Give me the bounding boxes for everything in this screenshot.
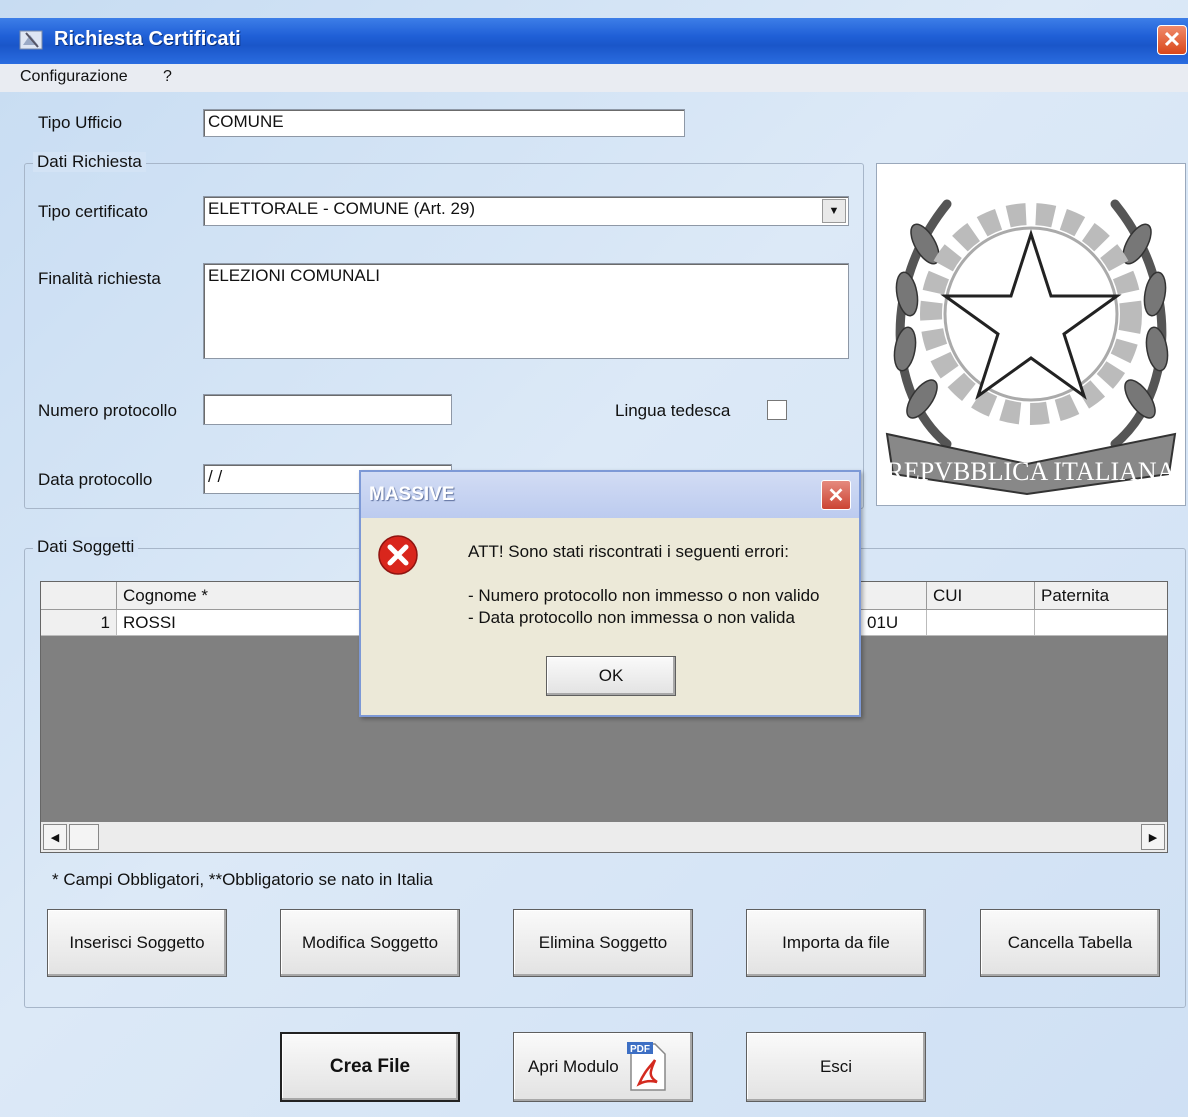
app-icon <box>19 30 43 50</box>
apri-modulo-label: Apri Modulo <box>528 1057 619 1076</box>
dialog-title: MASSIVE <box>369 484 455 505</box>
finalita-textarea[interactable]: ELEZIONI COMUNALI <box>203 263 849 359</box>
crea-file-button[interactable]: Crea File <box>280 1032 460 1102</box>
scroll-thumb[interactable] <box>69 824 99 850</box>
table-row-num: 1 <box>41 610 117 636</box>
emblem-icon: REPVBBLICA ITALIANA <box>885 199 1177 496</box>
esci-button[interactable]: Esci <box>746 1032 926 1102</box>
dialog-titlebar[interactable]: MASSIVE ✕ <box>361 472 859 518</box>
dialog-close-button[interactable]: ✕ <box>821 480 851 510</box>
tipo-ufficio-field[interactable]: COMUNE <box>203 109 685 137</box>
table-header-paternita[interactable]: Paternita <box>1035 582 1167 610</box>
dialog-ok-button[interactable]: OK <box>546 656 676 696</box>
dialog-message-line1: ATT! Sono stati riscontrati i seguenti e… <box>468 542 789 561</box>
table-horizontal-scrollbar[interactable]: ◀ ▶ <box>41 822 1167 852</box>
menu-bar: Configurazione ? <box>0 64 1188 92</box>
tipo-certificato-label: Tipo certificato <box>38 202 148 221</box>
chevron-down-icon[interactable]: ▼ <box>822 199 846 223</box>
required-fields-note: * Campi Obbligatori, **Obbligatorio se n… <box>52 870 433 889</box>
dialog-message-line3: - Data protocollo non immessa o non vali… <box>468 608 795 627</box>
scroll-left-icon[interactable]: ◀ <box>43 824 67 850</box>
lingua-tedesca-checkbox[interactable] <box>767 400 787 420</box>
table-cell-codfisc[interactable]: 01U <box>861 610 927 636</box>
inserisci-soggetto-button[interactable]: Inserisci Soggetto <box>47 909 227 977</box>
importa-da-file-button[interactable]: Importa da file <box>746 909 926 977</box>
menu-item-configurazione[interactable]: Configurazione <box>20 68 128 86</box>
close-icon: ✕ <box>1162 27 1182 52</box>
window-title: Richiesta Certificati <box>54 28 241 50</box>
emblem-repubblica: REPVBBLICA ITALIANA <box>876 163 1186 506</box>
apri-modulo-button[interactable]: Apri Modulo PDF <box>513 1032 693 1102</box>
table-cell-cui[interactable] <box>927 610 1035 636</box>
modifica-soggetto-button[interactable]: Modifica Soggetto <box>280 909 460 977</box>
numero-protocollo-label: Numero protocollo <box>38 401 177 420</box>
tipo-certificato-value: ELETTORALE - COMUNE (Art. 29) <box>208 199 476 218</box>
table-header-rownum <box>41 582 117 610</box>
close-icon: ✕ <box>827 484 845 507</box>
cancella-tabella-button[interactable]: Cancella Tabella <box>980 909 1160 977</box>
menu-item-help[interactable]: ? <box>163 68 172 86</box>
tipo-ufficio-label: Tipo Ufficio <box>38 113 123 132</box>
emblem-text: REPVBBLICA ITALIANA <box>887 457 1176 486</box>
table-header-cui[interactable]: CUI <box>927 582 1035 610</box>
dialog-message-line2: - Numero protocollo non immesso o non va… <box>468 586 820 605</box>
pdf-icon: PDF <box>626 1042 666 1091</box>
window-close-button[interactable]: ✕ <box>1157 25 1187 55</box>
tipo-certificato-select[interactable]: ELETTORALE - COMUNE (Art. 29) ▼ <box>203 196 849 226</box>
error-icon <box>378 535 418 575</box>
window-titlebar[interactable]: Richiesta Certificati ✕ <box>0 18 1188 64</box>
pdf-badge-text: PDF <box>630 1044 650 1055</box>
finalita-label: Finalità richiesta <box>38 269 161 288</box>
dati-soggetti-title: Dati Soggetti <box>33 537 139 557</box>
scroll-right-icon[interactable]: ▶ <box>1141 824 1165 850</box>
elimina-soggetto-button[interactable]: Elimina Soggetto <box>513 909 693 977</box>
dati-richiesta-title: Dati Richiesta <box>33 152 146 172</box>
lingua-tedesca-label: Lingua tedesca <box>615 401 731 420</box>
numero-protocollo-field[interactable] <box>203 394 452 425</box>
data-protocollo-label: Data protocollo <box>38 470 153 489</box>
table-cell-paternita[interactable] <box>1035 610 1167 636</box>
error-dialog: MASSIVE ✕ ATT! Sono stati riscontrati i … <box>359 470 861 717</box>
